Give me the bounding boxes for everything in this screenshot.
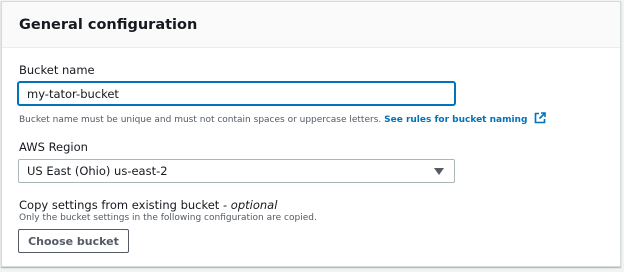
bucket-naming-rules-link-text: See rules for bucket naming [384, 115, 528, 125]
panel-header: General configuration [2, 2, 620, 48]
bucket-name-hint: Bucket name must be unique and must not … [19, 112, 546, 125]
bucket-name-label: Bucket name [19, 63, 95, 77]
optional-tag: optional [230, 198, 278, 212]
bucket-name-hint-text: Bucket name must be unique and must not … [19, 115, 382, 125]
general-configuration-panel: General configuration Bucket name Bucket… [1, 1, 621, 267]
bucket-name-input[interactable] [18, 82, 455, 105]
bucket-naming-rules-link[interactable]: See rules for bucket naming [384, 112, 546, 125]
copy-settings-description: Only the bucket settings in the followin… [19, 213, 317, 223]
external-link-icon [534, 112, 546, 124]
copy-settings-label: Copy settings from existing bucket - opt… [19, 198, 277, 212]
choose-bucket-button[interactable]: Choose bucket [18, 229, 129, 253]
copy-settings-label-text: Copy settings from existing bucket - [19, 198, 231, 212]
panel-title: General configuration [19, 17, 198, 33]
aws-region-label: AWS Region [19, 140, 88, 154]
aws-region-select[interactable]: US East (Ohio) us-east-2 [18, 159, 455, 183]
caret-down-icon [434, 168, 444, 175]
aws-region-selected-value: US East (Ohio) us-east-2 [27, 164, 168, 178]
